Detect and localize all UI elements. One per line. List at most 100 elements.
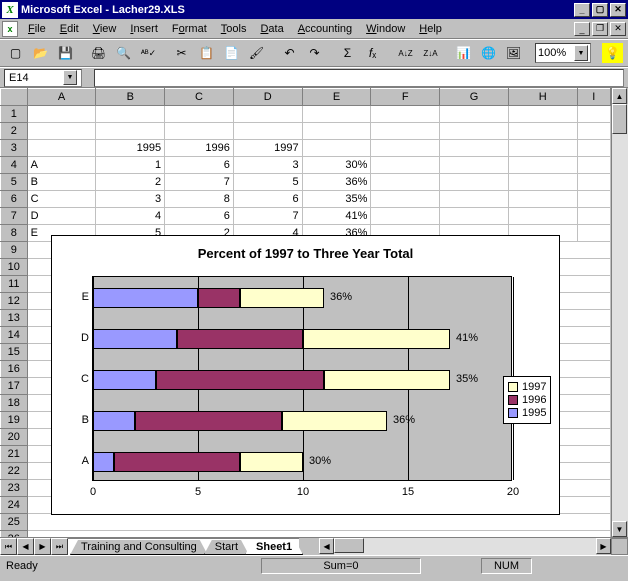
cell[interactable]: 6: [165, 157, 234, 174]
menu-tools[interactable]: Tools: [215, 21, 255, 37]
hscroll-thumb[interactable]: [334, 538, 364, 553]
cell[interactable]: B: [27, 174, 96, 191]
row-21[interactable]: 21: [1, 446, 28, 463]
undo-icon[interactable]: ↶: [278, 42, 301, 64]
row-25[interactable]: 25: [1, 514, 28, 531]
scroll-up-icon[interactable]: ▲: [612, 88, 627, 104]
row-14[interactable]: 14: [1, 327, 28, 344]
row-6[interactable]: 6: [1, 191, 28, 208]
minimize-button[interactable]: _: [574, 3, 590, 17]
sort-asc-icon[interactable]: A↓Z: [394, 42, 417, 64]
row-2[interactable]: 2: [1, 123, 28, 140]
row-16[interactable]: 16: [1, 361, 28, 378]
scroll-down-icon[interactable]: ▼: [612, 521, 627, 537]
open-icon[interactable]: 📂: [29, 42, 52, 64]
row-20[interactable]: 20: [1, 429, 28, 446]
tab-sheet1[interactable]: Sheet1: [245, 540, 303, 555]
cell[interactable]: C: [27, 191, 96, 208]
chart-wizard-icon[interactable]: 📊: [452, 42, 475, 64]
col-C[interactable]: C: [165, 89, 234, 106]
select-all[interactable]: [1, 89, 28, 106]
menu-edit[interactable]: Edit: [54, 21, 87, 37]
row-18[interactable]: 18: [1, 395, 28, 412]
scroll-track[interactable]: [612, 104, 628, 521]
cell[interactable]: 1996: [165, 140, 234, 157]
col-D[interactable]: D: [233, 89, 302, 106]
menu-file[interactable]: File: [22, 21, 54, 37]
cell[interactable]: 1997: [233, 140, 302, 157]
doc-minimize-button[interactable]: _: [574, 22, 590, 36]
tab-next-icon[interactable]: ▶: [34, 538, 51, 555]
tab-first-icon[interactable]: ⏮: [0, 538, 17, 555]
help-icon[interactable]: 💡: [601, 42, 624, 64]
redo-icon[interactable]: ↷: [303, 42, 326, 64]
grid[interactable]: A B C D E F G H I 1 2 3199519961997 4A16…: [0, 88, 611, 537]
drawing-icon[interactable]: 🖼: [502, 42, 525, 64]
zoom-input[interactable]: 100% ▼: [535, 43, 591, 63]
cell[interactable]: 4: [96, 208, 165, 225]
cell[interactable]: A: [27, 157, 96, 174]
cell[interactable]: 6: [165, 208, 234, 225]
row-9[interactable]: 9: [1, 242, 28, 259]
print-icon[interactable]: 🖨: [87, 42, 110, 64]
scroll-right-icon[interactable]: ▶: [596, 538, 611, 554]
menu-window[interactable]: Window: [360, 21, 413, 37]
col-H[interactable]: H: [508, 89, 577, 106]
row-4[interactable]: 4: [1, 157, 28, 174]
sort-desc-icon[interactable]: Z↓A: [419, 42, 442, 64]
row-12[interactable]: 12: [1, 293, 28, 310]
row-22[interactable]: 22: [1, 463, 28, 480]
cell[interactable]: 2: [96, 174, 165, 191]
zoom-dropdown-icon[interactable]: ▼: [574, 45, 588, 61]
autosum-icon[interactable]: Σ: [336, 42, 359, 64]
col-F[interactable]: F: [371, 89, 440, 106]
save-icon[interactable]: 💾: [54, 42, 77, 64]
menu-format[interactable]: Format: [166, 21, 215, 37]
cell[interactable]: 36%: [302, 174, 371, 191]
map-icon[interactable]: 🌐: [477, 42, 500, 64]
menu-insert[interactable]: Insert: [124, 21, 166, 37]
maximize-button[interactable]: ▢: [592, 3, 608, 17]
cell[interactable]: 8: [165, 191, 234, 208]
menu-help[interactable]: Help: [413, 21, 450, 37]
cut-icon[interactable]: ✂: [170, 42, 193, 64]
tab-last-icon[interactable]: ⏭: [51, 538, 68, 555]
cell[interactable]: D: [27, 208, 96, 225]
cell[interactable]: 7: [233, 208, 302, 225]
scroll-left-icon[interactable]: ◀: [319, 538, 334, 554]
vertical-scrollbar[interactable]: ▲ ▼: [611, 88, 628, 537]
row-5[interactable]: 5: [1, 174, 28, 191]
function-icon[interactable]: fₓ: [361, 42, 384, 64]
doc-close-button[interactable]: ✕: [610, 22, 626, 36]
menu-accounting[interactable]: Accounting: [292, 21, 360, 37]
new-icon[interactable]: ▢: [4, 42, 27, 64]
col-A[interactable]: A: [27, 89, 96, 106]
namebox-dropdown-icon[interactable]: ▼: [63, 70, 77, 85]
col-G[interactable]: G: [440, 89, 509, 106]
col-I[interactable]: I: [577, 89, 610, 106]
row-24[interactable]: 24: [1, 497, 28, 514]
row-17[interactable]: 17: [1, 378, 28, 395]
cell[interactable]: 41%: [302, 208, 371, 225]
cell[interactable]: 30%: [302, 157, 371, 174]
hscroll-track[interactable]: [334, 538, 596, 555]
cell[interactable]: 6: [233, 191, 302, 208]
row-19[interactable]: 19: [1, 412, 28, 429]
close-button[interactable]: ✕: [610, 3, 626, 17]
horizontal-scrollbar[interactable]: ◀ ▶: [319, 538, 611, 555]
formula-input[interactable]: [94, 69, 624, 87]
row-26[interactable]: 26: [1, 531, 28, 538]
doc-restore-button[interactable]: ❐: [592, 22, 608, 36]
cell[interactable]: 7: [165, 174, 234, 191]
col-E[interactable]: E: [302, 89, 371, 106]
row-10[interactable]: 10: [1, 259, 28, 276]
row-11[interactable]: 11: [1, 276, 28, 293]
name-box[interactable]: E14 ▼: [4, 69, 82, 87]
row-7[interactable]: 7: [1, 208, 28, 225]
format-painter-icon[interactable]: 🖌: [245, 42, 268, 64]
row-8[interactable]: 8: [1, 225, 28, 242]
cell[interactable]: 1: [96, 157, 165, 174]
tab-prev-icon[interactable]: ◀: [17, 538, 34, 555]
document-icon[interactable]: x: [2, 21, 18, 37]
cell[interactable]: 5: [233, 174, 302, 191]
